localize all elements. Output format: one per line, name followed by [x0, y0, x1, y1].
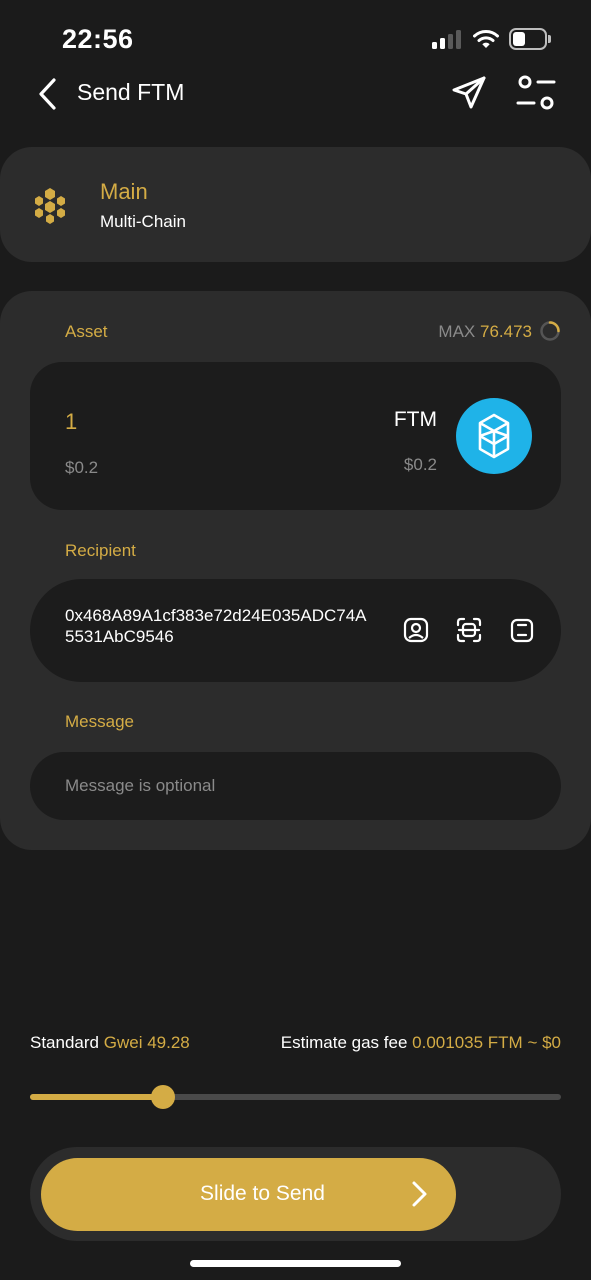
send-plane-icon[interactable] — [448, 72, 490, 114]
settings-sliders-icon[interactable] — [514, 72, 558, 114]
chevron-right-icon — [412, 1181, 427, 1207]
recipient-label: Recipient — [65, 541, 136, 560]
gas-slider-thumb[interactable] — [150, 1085, 175, 1109]
scan-icon[interactable] — [456, 617, 482, 643]
max-value: 76.473 — [480, 322, 532, 341]
amount-usd-value: $0.2 — [65, 458, 99, 477]
gas-fee-value: 0.001035 FTM ~ $0 — [412, 1033, 561, 1052]
gas-speed[interactable]: Standard Gwei 49.28 — [30, 1033, 190, 1053]
wallet-card[interactable] — [0, 147, 591, 262]
message-input[interactable] — [30, 752, 561, 820]
max-label: MAX — [438, 322, 476, 341]
wallet-name: Main — [100, 179, 148, 204]
asset-label: Asset — [65, 322, 108, 341]
amount-input[interactable]: 1 — [65, 409, 77, 435]
contact-icon[interactable] — [403, 617, 429, 643]
page-title: Send FTM — [77, 79, 185, 105]
refresh-icon[interactable] — [539, 320, 561, 342]
recipient-address[interactable]: 0x468A89A1cf383e72d24E035ADC74A5531AbC95… — [65, 605, 375, 647]
gas-speed-label: Standard — [30, 1033, 99, 1052]
message-label: Message — [65, 712, 134, 731]
clipboard-icon[interactable] — [509, 617, 535, 643]
back-arrow-icon[interactable] — [30, 74, 66, 114]
gwei-label: Gwei — [103, 1033, 143, 1052]
wallet-hexagon-icon — [35, 188, 65, 224]
cellular-signal-icon — [432, 29, 462, 49]
token-usd-value: $0.2 — [403, 455, 437, 474]
gas-slider-track[interactable] — [30, 1094, 561, 1100]
token-symbol[interactable]: FTM — [340, 408, 437, 432]
home-indicator[interactable] — [190, 1260, 401, 1267]
status-time: 22:56 — [62, 24, 134, 54]
battery-icon — [509, 28, 551, 50]
gas-slider-fill — [30, 1094, 163, 1100]
wifi-icon — [473, 30, 499, 48]
gas-fee-label: Estimate gas fee — [280, 1033, 408, 1052]
fantom-logo-icon[interactable] — [456, 398, 532, 474]
gwei-value: 49.28 — [147, 1033, 190, 1052]
max-balance[interactable]: MAX 76.473 — [420, 322, 532, 342]
wallet-type: Multi-Chain — [100, 212, 186, 231]
gas-fee-estimate: Estimate gas fee 0.001035 FTM ~ $0 — [260, 1033, 561, 1053]
